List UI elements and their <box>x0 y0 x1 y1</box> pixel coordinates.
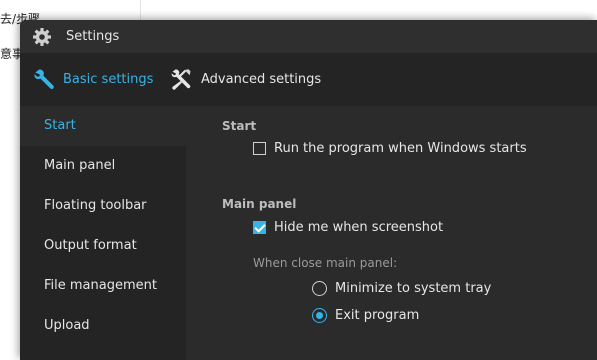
settings-dialog: Settings Basic settings Advanced setting… <box>20 20 597 360</box>
sidebar-item-floating-toolbar[interactable]: Floating toolbar <box>20 186 186 226</box>
hide-on-screenshot-label: Hide me when screenshot <box>274 220 444 235</box>
close-behavior-label: When close main panel: <box>253 256 398 270</box>
window-title: Settings <box>66 29 120 44</box>
sidebar-item-main-panel[interactable]: Main panel <box>20 146 186 186</box>
radio-exit-program[interactable]: Exit program <box>312 308 419 323</box>
sidebar-item-upload[interactable]: Upload <box>20 306 186 346</box>
radio-exit-label: Exit program <box>335 308 420 323</box>
gear-icon <box>33 28 51 46</box>
run-on-startup-label: Run the program when Windows starts <box>274 141 527 156</box>
sidebar: Start Main panel Floating toolbar Output… <box>20 106 186 360</box>
wrench-icon <box>34 69 54 89</box>
tab-advanced-settings-label: Advanced settings <box>201 72 322 87</box>
radio-circle[interactable] <box>312 281 327 296</box>
sidebar-item-output-format[interactable]: Output format <box>20 226 186 266</box>
checkbox-box[interactable] <box>253 142 266 155</box>
tab-bar: Basic settings Advanced settings <box>20 53 597 106</box>
section-title-main-panel: Main panel <box>222 197 297 211</box>
tab-basic-settings-label: Basic settings <box>63 72 154 87</box>
section-title-start: Start <box>222 119 257 133</box>
title-bar[interactable]: Settings <box>20 20 597 53</box>
radio-minimize-label: Minimize to system tray <box>335 281 492 296</box>
tab-advanced-settings[interactable]: Advanced settings <box>170 53 321 106</box>
tab-basic-settings[interactable]: Basic settings <box>32 53 153 106</box>
table-column-divider <box>140 0 141 22</box>
hide-on-screenshot-checkbox[interactable]: Hide me when screenshot <box>253 220 443 235</box>
run-on-startup-checkbox[interactable]: Run the program when Windows starts <box>253 141 527 156</box>
tools-icon <box>171 68 191 90</box>
checkbox-box-checked[interactable] <box>253 221 266 234</box>
radio-circle-selected[interactable] <box>312 308 327 323</box>
radio-minimize-to-tray[interactable]: Minimize to system tray <box>312 281 491 296</box>
sidebar-item-start[interactable]: Start <box>20 106 186 146</box>
settings-content: Start Run the program when Windows start… <box>186 106 597 360</box>
sidebar-item-file-management[interactable]: File management <box>20 266 186 306</box>
